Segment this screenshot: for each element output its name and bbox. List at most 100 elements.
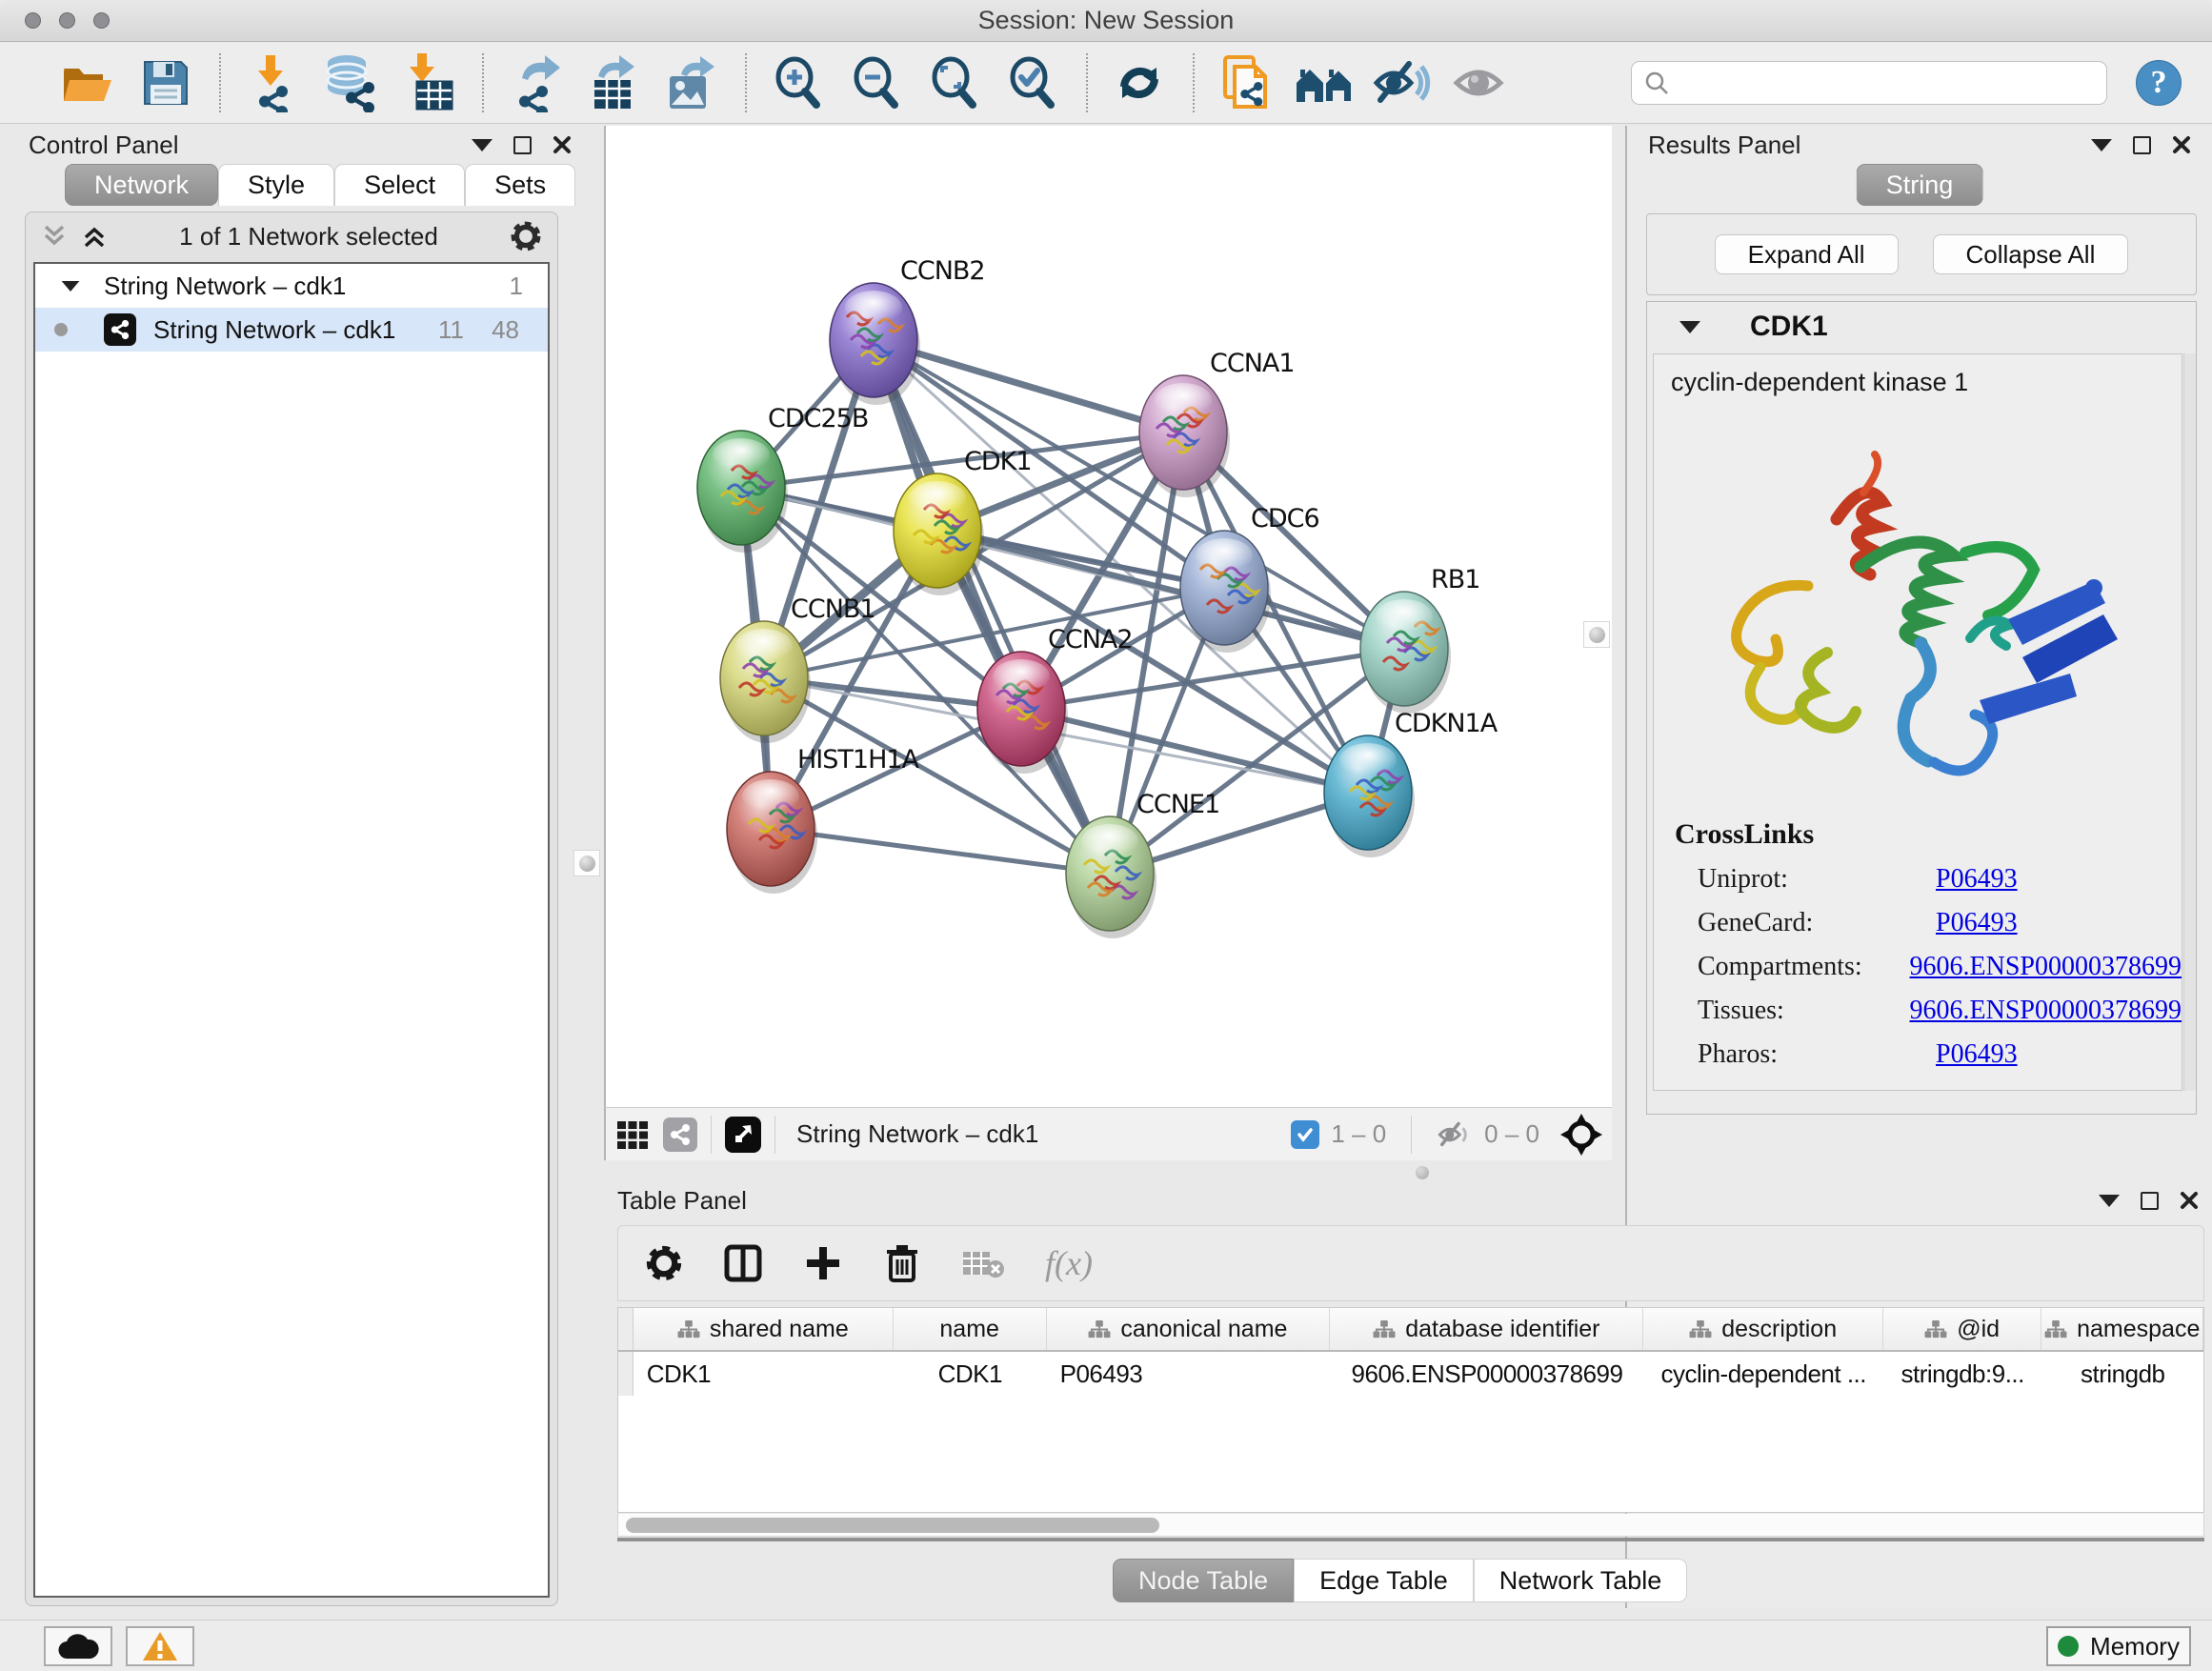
function-builder-icon[interactable]: f(x) <box>1045 1243 1093 1283</box>
export-network-button[interactable] <box>503 49 568 117</box>
panel-menu-icon[interactable] <box>2091 139 2112 151</box>
table-cell[interactable]: stringdb <box>2041 1352 2203 1396</box>
warning-status-button[interactable] <box>126 1626 194 1666</box>
collection-expander-icon[interactable] <box>62 280 80 291</box>
close-panel-icon[interactable] <box>2180 1191 2199 1210</box>
import-network-from-file-button[interactable] <box>240 49 305 117</box>
show-all-button[interactable] <box>1448 49 1513 117</box>
add-column-icon[interactable] <box>803 1243 843 1283</box>
table-cell[interactable]: CDK1 <box>894 1352 1047 1396</box>
column-header-description[interactable]: description <box>1643 1308 1882 1350</box>
left-splitter-handle[interactable] <box>573 850 600 876</box>
import-table-from-file-button[interactable] <box>396 49 461 117</box>
search-input[interactable] <box>1670 70 2080 96</box>
network-node-CCNB1[interactable]: CCNB1 <box>720 594 875 743</box>
table-hscrollbar[interactable] <box>617 1514 2204 1537</box>
network-node-CCNA1[interactable]: CCNA1 <box>1139 349 1295 497</box>
crosslink-value-link[interactable]: 9606.ENSP00000378699 <box>1910 996 2182 1026</box>
network-node-RB1[interactable]: RB1 <box>1360 565 1479 714</box>
delete-table-icon[interactable] <box>961 1246 1005 1280</box>
table-cell[interactable]: stringdb:9... <box>1883 1352 2042 1396</box>
grid-view-icon[interactable] <box>615 1117 650 1152</box>
float-panel-icon[interactable] <box>2133 136 2151 154</box>
network-node-CDC6[interactable]: CDC6 <box>1180 504 1319 653</box>
network-row[interactable]: String Network – cdk1 11 48 <box>35 308 548 352</box>
tab-string[interactable]: String <box>1857 164 1983 206</box>
export-image-button[interactable] <box>659 49 724 117</box>
tab-select[interactable]: Select <box>334 164 465 206</box>
table-cell[interactable]: 9606.ENSP00000378699 <box>1330 1352 1643 1396</box>
collapse-all-button[interactable]: Collapse All <box>1933 234 2129 274</box>
network-edge[interactable] <box>874 340 1183 433</box>
crosslink-value-link[interactable]: 9606.ENSP00000378699 <box>1910 952 2182 982</box>
memory-button[interactable]: Memory <box>2046 1626 2191 1666</box>
apply-layout-button[interactable] <box>1107 49 1172 117</box>
network-collection-row[interactable]: String Network – cdk1 1 <box>35 264 548 308</box>
horizontal-splitter-handle[interactable] <box>1416 1166 1429 1179</box>
collapse-all-icon[interactable] <box>41 223 68 250</box>
help-button[interactable]: ? <box>2136 60 2182 106</box>
results-scrollbar[interactable] <box>2183 353 2196 1091</box>
panel-menu-icon[interactable] <box>472 139 493 151</box>
tab-node-table[interactable]: Node Table <box>1113 1559 1294 1602</box>
first-neighbors-button[interactable] <box>1292 49 1357 117</box>
card-expander-icon[interactable] <box>1679 321 1700 333</box>
table-cell[interactable]: cyclin-dependent ... <box>1644 1352 1883 1396</box>
hide-selected-button[interactable] <box>1370 49 1435 117</box>
table-cell[interactable]: P06493 <box>1047 1352 1331 1396</box>
node-table[interactable]: shared namenamecanonical namedatabase id… <box>617 1307 2204 1513</box>
table-cell[interactable]: CDK1 <box>633 1352 894 1396</box>
zoom-fit-button[interactable] <box>922 49 987 117</box>
tab-network[interactable]: Network <box>65 164 218 206</box>
selected-nodes-checkbox[interactable] <box>1291 1120 1319 1149</box>
tab-style[interactable]: Style <box>218 164 334 206</box>
network-node-CDKN1A[interactable]: CDKN1A <box>1324 709 1498 857</box>
float-panel-icon[interactable] <box>2141 1192 2159 1210</box>
gear-icon[interactable] <box>510 220 542 252</box>
network-edge[interactable] <box>874 340 1110 874</box>
open-session-button[interactable] <box>55 49 120 117</box>
network-node-HIST1H1A[interactable]: HIST1H1A <box>727 745 920 894</box>
column-header-namespace[interactable]: namespace <box>2041 1308 2203 1350</box>
float-panel-icon[interactable] <box>513 136 532 154</box>
close-panel-icon[interactable] <box>2172 135 2191 154</box>
network-canvas[interactable]: CCNB2CCNA1CDC25BCDK1CDC6RB1CCNB1CCNA2CDK… <box>604 126 1612 1107</box>
tab-sets[interactable]: Sets <box>465 164 575 206</box>
crosslink-value-link[interactable]: P06493 <box>1936 864 2018 895</box>
import-network-from-database-button[interactable] <box>318 49 383 117</box>
table-hscrollbar-thumb[interactable] <box>626 1518 1159 1533</box>
expand-all-icon[interactable] <box>81 223 108 250</box>
network-share-icon[interactable] <box>663 1117 697 1152</box>
zoom-selected-button[interactable] <box>1000 49 1065 117</box>
zoom-out-button[interactable] <box>844 49 909 117</box>
table-settings-gear-icon[interactable] <box>645 1244 683 1282</box>
column-header-canonical-name[interactable]: canonical name <box>1047 1308 1331 1350</box>
crosslink-value-link[interactable]: P06493 <box>1936 908 2018 938</box>
crosslink-value-link[interactable]: P06493 <box>1936 1039 2018 1070</box>
save-session-button[interactable] <box>133 49 198 117</box>
column-header-name[interactable]: name <box>894 1308 1047 1350</box>
open-in-browser-icon[interactable] <box>725 1117 761 1153</box>
network-node-CCNE1[interactable]: CCNE1 <box>1066 790 1219 938</box>
network-node-CCNA2[interactable]: CCNA2 <box>977 625 1133 774</box>
split-panel-icon[interactable] <box>723 1243 763 1283</box>
tab-network-table[interactable]: Network Table <box>1474 1559 1688 1602</box>
network-node-CCNB2[interactable]: CCNB2 <box>830 256 985 405</box>
network-edge[interactable] <box>771 829 1110 874</box>
expand-all-button[interactable]: Expand All <box>1715 234 1899 274</box>
table-row[interactable]: CDK1CDK1P064939606.ENSP00000378699cyclin… <box>618 1352 2203 1396</box>
new-network-from-selection-button[interactable] <box>1214 49 1278 117</box>
panel-menu-icon[interactable] <box>2099 1195 2120 1207</box>
right-splitter-handle[interactable] <box>1583 621 1610 648</box>
column-header-shared-name[interactable]: shared name <box>633 1308 894 1350</box>
column-header-@id[interactable]: @id <box>1883 1308 2042 1350</box>
tab-edge-table[interactable]: Edge Table <box>1294 1559 1474 1602</box>
column-header-database-identifier[interactable]: database identifier <box>1330 1308 1643 1350</box>
cloud-status-button[interactable] <box>44 1626 112 1666</box>
zoom-in-button[interactable] <box>766 49 831 117</box>
close-panel-icon[interactable] <box>553 135 572 154</box>
birdseye-crosshair-icon[interactable] <box>1560 1114 1602 1156</box>
delete-column-trash-icon[interactable] <box>883 1242 921 1284</box>
protein-card-title-row[interactable]: CDK1 <box>1647 302 2196 352</box>
export-table-button[interactable] <box>581 49 646 117</box>
